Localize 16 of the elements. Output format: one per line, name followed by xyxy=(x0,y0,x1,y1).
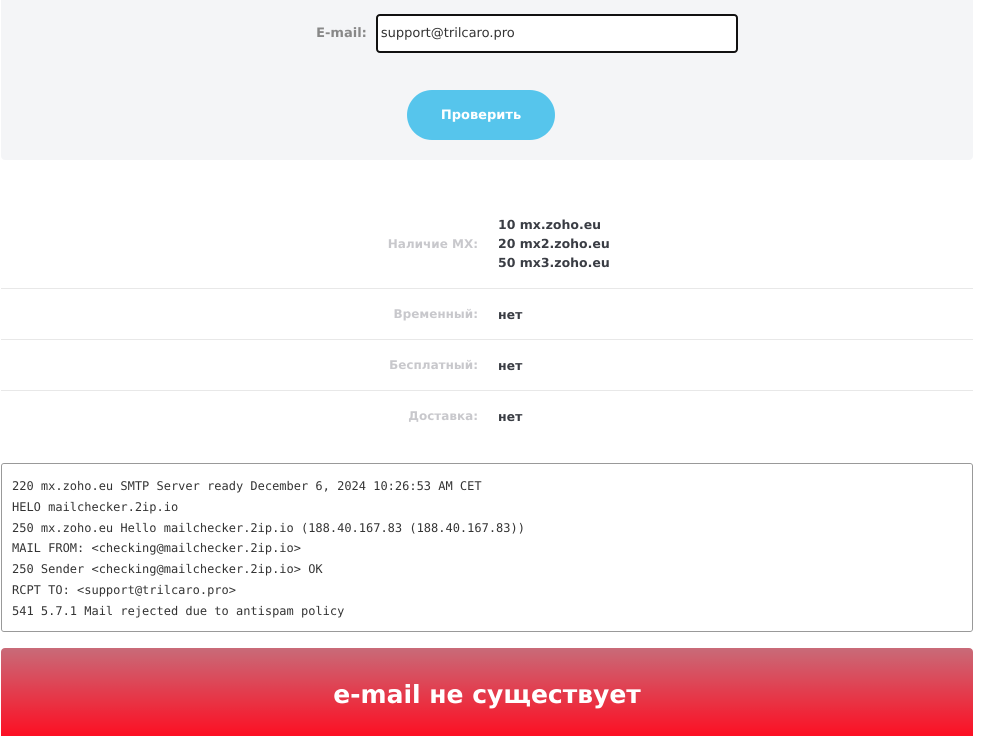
result-value: 50 mx3.zoho.eu xyxy=(498,254,610,272)
log-line: 220 mx.zoho.eu SMTP Server ready December 6, 2024 10:26:53 AM CET xyxy=(12,478,483,495)
verdict-banner: e-mail не существует xyxy=(1,648,973,736)
result-value: 20 mx2.zoho.eu xyxy=(498,235,610,253)
result-value: нет xyxy=(498,408,522,426)
log-line: 541 5.7.1 Mail rejected due to antispam policy xyxy=(12,602,346,620)
log-line: RCPT TO: <support@trilcaro.pro> xyxy=(12,582,237,599)
email-input[interactable]: support@trilcaro.pro xyxy=(376,14,738,53)
result-value: 10 mx.zoho.eu xyxy=(498,216,602,234)
log-line: 250 Sender <checking@mailchecker.2ip.io> OK xyxy=(12,561,324,578)
email-label: E-mail: xyxy=(316,26,367,41)
result-value: нет xyxy=(498,306,522,324)
log-line: 250 mx.zoho.eu Hello mailchecker.2ip.io (188.40.167.83 (188.40.167.83)) xyxy=(12,520,526,537)
log-line: HELO mailchecker.2ip.io xyxy=(12,498,180,516)
log-line: MAIL FROM: <checking@mailchecker.2ip.io> xyxy=(12,540,302,558)
result-value: нет xyxy=(498,356,522,374)
